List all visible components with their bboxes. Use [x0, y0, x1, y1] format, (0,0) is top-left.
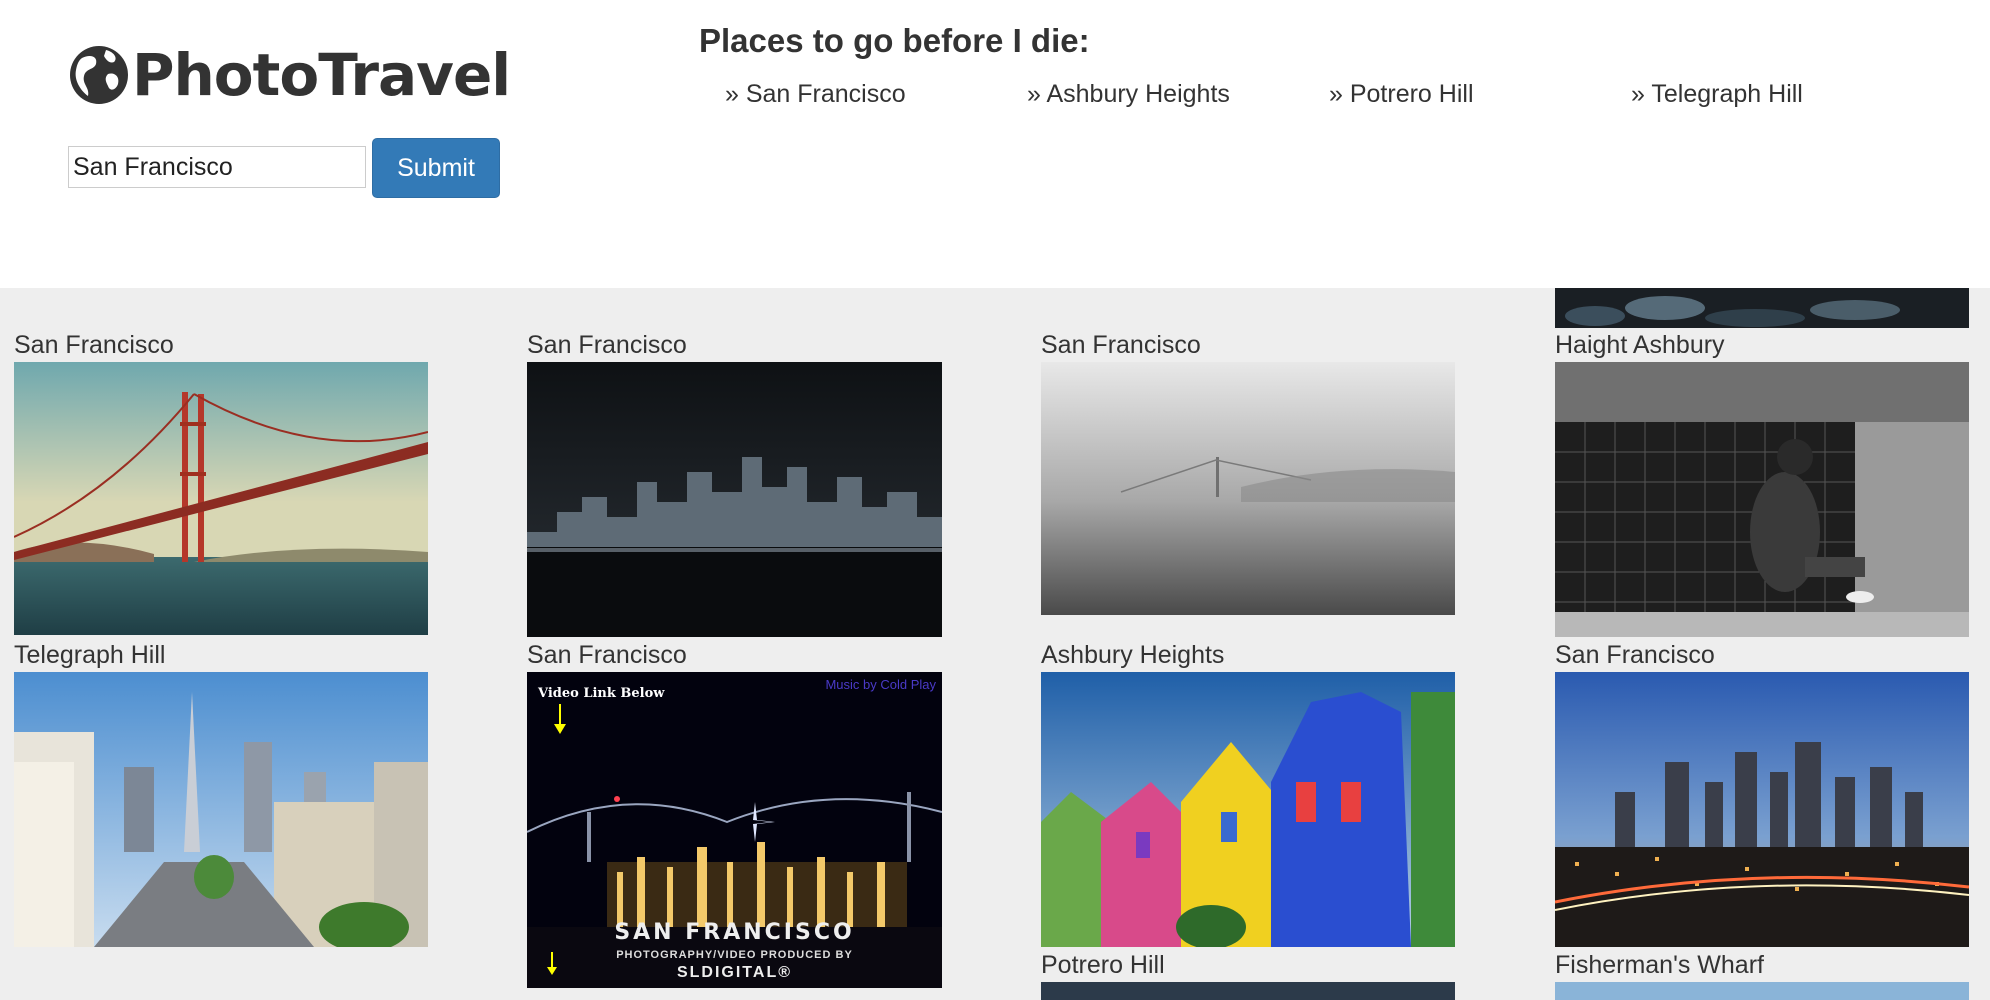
submit-button[interactable]: Submit	[372, 138, 500, 198]
header: PhotoTravel Submit Places to go before I…	[0, 0, 1990, 288]
logo-text: PhotoTravel	[132, 41, 511, 109]
photo-painted-ladies[interactable]	[1041, 672, 1455, 947]
photo-city-lights[interactable]	[1555, 672, 1969, 947]
photo-card[interactable]: Potrero Hill	[1041, 950, 1456, 980]
video-link-text[interactable]: Video Link Below	[538, 686, 664, 701]
photo-bay-bridge-video[interactable]: Video Link Below Music by Cold Play SAN …	[527, 672, 942, 988]
photo-haight-ashbury[interactable]	[1555, 362, 1969, 637]
place-link-ashbury-heights[interactable]: » Ashbury Heights	[1027, 80, 1230, 109]
places-heading: Places to go before I die:	[699, 22, 1090, 59]
photo-card[interactable]: San Francisco	[14, 330, 429, 360]
photo-card-label: Telegraph Hill	[14, 641, 166, 669]
photo-card-label: Potrero Hill	[1041, 951, 1165, 979]
photo-fishermans-wharf[interactable]	[1555, 982, 1969, 1000]
photo-potrero-hill[interactable]	[1041, 982, 1455, 1000]
photo-card[interactable]: San Francisco	[527, 330, 942, 360]
photo-card-label: Fisherman's Wharf	[1555, 951, 1764, 979]
logo[interactable]: PhotoTravel	[68, 41, 511, 109]
place-link-potrero-hill[interactable]: » Potrero Hill	[1329, 80, 1474, 109]
photo-card-label: San Francisco	[1555, 641, 1715, 669]
photo-night-skyline[interactable]	[527, 362, 942, 637]
photo-fog-bridge[interactable]	[1041, 362, 1455, 615]
video-brand-text: SLDIGITAL®	[676, 964, 793, 981]
globe-icon	[70, 46, 128, 104]
photo-card[interactable]: Haight Ashbury	[1555, 330, 1970, 360]
photo-card[interactable]: Telegraph Hill	[14, 640, 429, 670]
video-subtitle-text: PHOTOGRAPHY/VIDEO PRODUCED BY	[616, 949, 853, 961]
places-list: » San Francisco » Ashbury Heights » Potr…	[725, 80, 1965, 120]
photo-card-label: San Francisco	[14, 331, 174, 359]
video-title-text: SAN FRANCISCO	[614, 920, 855, 945]
photo-golden-gate[interactable]	[14, 362, 428, 635]
music-credit-text: Music by Cold Play	[825, 677, 936, 692]
photo-card[interactable]: San Francisco	[1555, 640, 1970, 670]
photo-card[interactable]: San Francisco	[527, 640, 942, 670]
search-input[interactable]	[68, 146, 366, 188]
photo-card-label: Ashbury Heights	[1041, 641, 1225, 669]
photo-card-label: San Francisco	[527, 641, 687, 669]
photo-gallery: San Francisco San Francisco San Francisc…	[0, 288, 1990, 1000]
photo-card[interactable]: San Francisco	[1041, 330, 1456, 360]
photo-card-label: San Francisco	[1041, 331, 1201, 359]
photo-telegraph-hill[interactable]	[14, 672, 428, 947]
place-link-san-francisco[interactable]: » San Francisco	[725, 80, 906, 109]
photo-card[interactable]: Fisherman's Wharf	[1555, 950, 1970, 980]
place-link-telegraph-hill[interactable]: » Telegraph Hill	[1631, 80, 1803, 109]
photo-partial-top[interactable]	[1555, 288, 1969, 328]
photo-card[interactable]: Ashbury Heights	[1041, 640, 1456, 670]
photo-card-label: Haight Ashbury	[1555, 331, 1725, 359]
photo-card-label: San Francisco	[527, 331, 687, 359]
